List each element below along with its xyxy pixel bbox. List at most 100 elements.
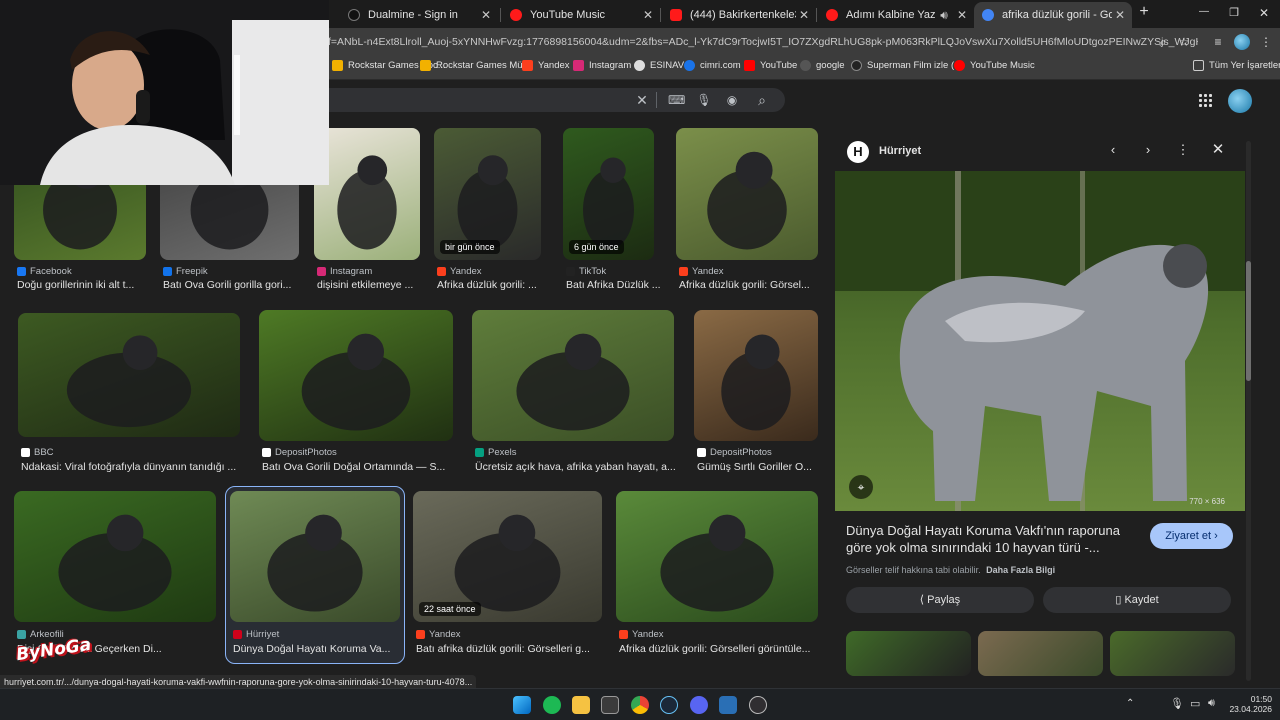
result-title[interactable]: Dünya Doğal Hayatı Koruma Vakfı'nın rapo… [846, 522, 1146, 556]
result-thumbnail[interactable] [230, 491, 400, 622]
close-icon[interactable]: ✕ [640, 8, 656, 22]
result-thumbnail[interactable]: 22 saat önce [413, 491, 602, 622]
bookmark-youtube[interactable]: YouTube [744, 60, 797, 71]
bookmark-instagram[interactable]: Instagram [573, 60, 631, 71]
result-source[interactable]: Yandex [437, 266, 482, 277]
store-icon[interactable] [601, 696, 619, 714]
bookmark-cimri[interactable]: cimri.com [684, 60, 741, 71]
bookmark-youtube-music[interactable]: YouTube Music [954, 60, 1035, 71]
search-box[interactable]: ✕ ⌨ 🎙︎ ◉ ⌕ [300, 88, 785, 112]
menu-icon[interactable]: ⋮ [1258, 34, 1274, 50]
result-caption[interactable]: Ndakasi: Viral fotoğrafıyla dünyanın tan… [21, 461, 253, 473]
result-caption[interactable]: dişisini etkilemeye ... [317, 279, 431, 291]
microphone-icon[interactable]: 🎙︎ [696, 92, 712, 108]
result-caption[interactable]: Gümüş Sırtlı Goriller O... [697, 461, 829, 473]
result-source[interactable]: Yandex [619, 629, 664, 640]
more-info-link[interactable]: Daha Fazla Bilgi [986, 565, 1055, 575]
spotify-icon[interactable] [543, 696, 561, 714]
result-caption[interactable]: Dünya Doğal Hayatı Koruma Va... [233, 643, 411, 655]
close-icon[interactable]: ✕ [796, 8, 812, 22]
related-image[interactable] [978, 631, 1103, 676]
speaker-icon[interactable]: 🔊︎ [938, 8, 950, 23]
tab-youtube-music[interactable]: YouTube Music ✕ [502, 2, 660, 28]
volume-icon[interactable]: 🔊︎ [1208, 697, 1215, 710]
launcher-icon[interactable] [719, 696, 737, 714]
bookmark-superman[interactable]: Superman Film izle (... [851, 60, 962, 71]
result-source[interactable]: BBC [21, 447, 54, 458]
close-icon[interactable]: ✕ [954, 8, 970, 22]
tab-youtube-song[interactable]: Adımı Kalbine Yaz | YouTub 🔊︎ ✕ [818, 2, 974, 28]
result-thumbnail[interactable]: 6 gün önce [563, 128, 654, 260]
result-thumbnail[interactable]: bir gün önce [434, 128, 541, 260]
result-thumbnail[interactable] [472, 310, 674, 441]
more-options-icon[interactable]: ⋮ [1175, 142, 1191, 158]
maximize-button[interactable]: ❐ [1224, 6, 1244, 19]
related-image[interactable] [846, 631, 971, 676]
result-thumbnail[interactable] [676, 128, 818, 260]
lens-search-icon[interactable]: ⌖ [849, 475, 873, 499]
result-thumbnail[interactable] [18, 313, 240, 437]
publisher-name[interactable]: Hürriyet [879, 145, 921, 157]
discord-icon[interactable] [690, 696, 708, 714]
result-source[interactable]: TikTok [566, 266, 606, 277]
steam-icon[interactable] [660, 696, 678, 714]
result-source[interactable]: Freepik [163, 266, 208, 277]
result-source[interactable]: Facebook [17, 266, 72, 277]
address-bar[interactable]: f=ANbL-n4Ext8Llroll_Auoj-5xYNNHwFvzg:177… [328, 31, 1198, 53]
tab-dualmine[interactable]: Dualmine - Sign in ✕ [340, 2, 498, 28]
result-source[interactable]: Hürriyet [233, 629, 279, 640]
file-explorer-icon[interactable] [572, 696, 590, 714]
clear-icon[interactable]: ✕ [634, 92, 650, 108]
chevron-left-icon[interactable]: ‹ [1105, 142, 1121, 158]
star-icon[interactable]: ☆ [1176, 34, 1192, 50]
result-caption[interactable]: Afrika düzlük gorili: ... [437, 279, 552, 291]
visit-button[interactable]: Ziyaret et › [1150, 523, 1233, 549]
result-thumbnail[interactable] [694, 310, 818, 441]
media-controls-icon[interactable]: ≡ [1210, 34, 1226, 50]
related-image[interactable] [1110, 631, 1235, 676]
apps-icon[interactable] [1199, 94, 1213, 108]
search-icon[interactable]: ⌕ [754, 92, 770, 108]
preview-image[interactable]: 770 × 636 ⌖ [835, 171, 1245, 511]
bookmark-google[interactable]: google [800, 60, 845, 71]
result-caption[interactable]: Afrika düzlük gorili: Görsel... [679, 279, 829, 291]
keyboard-icon[interactable]: ⌨ [668, 92, 685, 108]
result-caption[interactable]: Batı Afrika Düzlük ... [566, 279, 665, 291]
result-thumbnail[interactable] [314, 128, 420, 260]
panel-scrollbar[interactable] [1246, 141, 1251, 681]
share-button[interactable]: ⟨ Paylaş [846, 587, 1034, 613]
chrome-icon[interactable] [631, 696, 649, 714]
avatar[interactable] [1228, 89, 1252, 113]
result-caption[interactable]: Ücretsiz açık hava, afrika yaban hayatı,… [475, 461, 687, 473]
close-icon[interactable]: ✕ [1210, 142, 1226, 158]
result-thumbnail[interactable] [259, 310, 453, 441]
chevron-up-icon[interactable]: ⌃ [1126, 698, 1134, 709]
lens-icon[interactable]: ◉ [724, 92, 740, 108]
result-caption[interactable]: Batı Ova Gorili Doğal Ortamında — S... [262, 461, 466, 473]
close-window-button[interactable]: ✕ [1254, 6, 1274, 20]
tab-youtube-channel[interactable]: (444) Bakirkertenkele31 - YouTu ✕ [662, 2, 816, 28]
clock[interactable]: 01:50 23.04.2026 [1222, 694, 1272, 714]
bookmark-yandex[interactable]: Yandex [522, 60, 570, 71]
obs-icon[interactable] [749, 696, 767, 714]
result-source[interactable]: Pexels [475, 447, 517, 458]
minimize-button[interactable]: — [1194, 6, 1214, 17]
tab-google-images[interactable]: afrika düzlük gorili - Google'da ✕ [974, 2, 1132, 28]
result-source[interactable]: Instagram [317, 266, 372, 277]
result-caption[interactable]: Afrika düzlük gorili: Görselleri görüntü… [619, 643, 829, 655]
result-source[interactable]: Yandex [416, 629, 461, 640]
start-icon[interactable] [513, 696, 531, 714]
close-icon[interactable]: ✕ [478, 8, 494, 22]
result-source[interactable]: DepositPhotos [262, 447, 337, 458]
result-caption[interactable]: Batı Ova Gorili gorilla gori... [163, 279, 310, 291]
new-tab-button[interactable]: + [1134, 3, 1154, 21]
close-icon[interactable]: ✕ [1112, 8, 1128, 22]
result-source[interactable]: DepositPhotos [697, 447, 772, 458]
scrollbar-thumb[interactable] [1246, 261, 1251, 381]
result-caption[interactable]: Doğu gorillerinin iki alt t... [17, 279, 157, 291]
network-icon[interactable]: ▭ [1190, 697, 1200, 710]
result-source[interactable]: Yandex [679, 266, 724, 277]
bookmark-rockstar-music[interactable]: Rockstar Games Mü... [420, 60, 531, 71]
all-bookmarks[interactable]: Tüm Yer İşaretleri [1193, 60, 1280, 71]
microphone-icon[interactable]: 🎙︎ [1170, 697, 1184, 710]
